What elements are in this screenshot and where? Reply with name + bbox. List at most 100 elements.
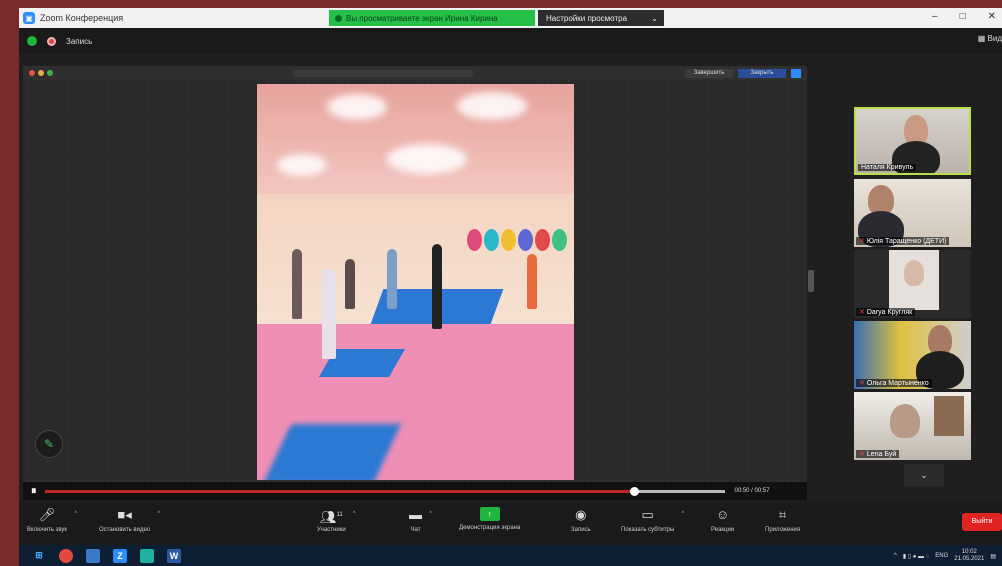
chevron-up-icon[interactable]: ^ bbox=[157, 511, 160, 517]
windows-start-icon[interactable]: ⊞ bbox=[32, 549, 46, 563]
meeting-toolbar: 🎤︎ Включить звук ^ ■◂ Остановить видео ^… bbox=[19, 503, 1002, 545]
view-options-button[interactable]: Настройки просмотра ⌄ bbox=[538, 10, 664, 26]
apps-button[interactable]: ⌗ Приложения bbox=[765, 507, 800, 533]
tile-decor bbox=[934, 396, 964, 436]
video-person bbox=[527, 254, 537, 309]
video-light bbox=[277, 154, 327, 176]
video-person bbox=[387, 249, 397, 309]
sharing-banner-text: Вы просматриваете экран Ирина Кирина bbox=[346, 13, 498, 23]
chat-label: Чат bbox=[410, 527, 421, 533]
clock[interactable]: 10:02 21.05.2021 bbox=[954, 549, 984, 563]
shield-icon[interactable] bbox=[27, 36, 37, 46]
participant-tile[interactable]: Наталя Кривуль bbox=[854, 107, 971, 175]
chevron-up-icon[interactable]: ^ bbox=[74, 511, 77, 517]
shared-window-url bbox=[293, 69, 473, 77]
participant-tile[interactable]: ✕ Darya Кругляк bbox=[854, 250, 971, 318]
video-button[interactable]: ■◂ Остановить видео ^ bbox=[99, 507, 160, 533]
language-indicator[interactable]: ENG bbox=[935, 553, 948, 559]
os-taskbar: ⊞ Z W ^ ▮ ▯ ● ▬ ◌ ENG 10:02 21.05.2021 ▤ bbox=[19, 545, 1002, 566]
chrome-icon[interactable] bbox=[59, 548, 73, 563]
clock-date: 21.05.2021 bbox=[954, 556, 985, 562]
video-light bbox=[387, 144, 467, 174]
captions-label: Показать субтитры bbox=[621, 527, 675, 533]
zoom-logo-icon: ▣ bbox=[23, 12, 35, 24]
close-button[interactable]: ✕ bbox=[988, 11, 996, 22]
audio-button[interactable]: 🎤︎ Включить звук ^ bbox=[27, 507, 77, 533]
video-player-controls: ⏸ 00:50 / 00:57 bbox=[23, 482, 807, 500]
participant-tile[interactable]: ✕ Юлія Таращенко (ДЕТИ) bbox=[854, 179, 971, 247]
title-bar: ▣ Zoom Конференция Вы просматриваете экр… bbox=[19, 8, 1002, 28]
clock-time: 10:02 bbox=[961, 549, 977, 555]
share-screen-button[interactable]: ↑ Демонстрация экрана bbox=[459, 507, 520, 531]
chevron-up-icon[interactable]: ^ bbox=[429, 511, 432, 517]
seek-bar[interactable] bbox=[44, 486, 725, 496]
video-timecode: 00:50 / 00:57 bbox=[734, 488, 770, 494]
video-light bbox=[327, 94, 387, 120]
participant-tile[interactable]: ✕ Lena Буй bbox=[854, 392, 971, 460]
files-icon[interactable] bbox=[140, 548, 154, 563]
seek-bar-fill bbox=[44, 489, 630, 493]
shared-window-titlebar: Завершить Закрыть bbox=[23, 66, 807, 80]
reactions-label: Реакции bbox=[711, 527, 735, 533]
shared-window-btn-primary: Завершить bbox=[685, 68, 733, 78]
system-tray: ^ ▮ ▯ ● ▬ ◌ ENG 10:02 21.05.2021 ▤ bbox=[894, 549, 996, 563]
video-person bbox=[432, 244, 442, 329]
meeting-info-bar: Запись ▦ Вид bbox=[19, 28, 1002, 54]
video-label: Остановить видео bbox=[99, 527, 151, 533]
chat-icon: ▬ bbox=[409, 507, 422, 522]
video-light bbox=[457, 92, 527, 120]
mic-muted-icon: ✕ bbox=[859, 380, 865, 387]
zoom-taskbar-icon[interactable]: Z bbox=[113, 548, 127, 563]
video-ceiling bbox=[257, 84, 574, 194]
microphone-muted-icon: 🎤︎ bbox=[38, 507, 56, 522]
chevron-down-icon: ⌄ bbox=[920, 470, 928, 480]
view-button[interactable]: ▦ Вид bbox=[978, 34, 1002, 43]
zoom-window: ▣ Zoom Конференция Вы просматриваете экр… bbox=[19, 8, 1002, 566]
maximize-button[interactable]: □ bbox=[960, 11, 966, 22]
participant-name: Наталя Кривуль bbox=[858, 164, 917, 171]
gallery-scroll-down-button[interactable]: ⌄ bbox=[904, 464, 944, 486]
video-balls bbox=[467, 229, 567, 251]
participants-label: Участники bbox=[317, 527, 346, 533]
reactions-button[interactable]: ☺ Реакции bbox=[711, 507, 734, 533]
participants-button[interactable]: 👥︎11 Участники ^ bbox=[317, 507, 356, 533]
seek-bar-remaining bbox=[629, 489, 725, 493]
tray-icons[interactable]: ▮ ▯ ● ▬ ◌ bbox=[903, 553, 929, 560]
leave-meeting-button[interactable]: Выйти bbox=[962, 513, 1002, 531]
mic-muted-icon: ✕ bbox=[859, 238, 865, 245]
window-controls: – □ ✕ bbox=[932, 11, 996, 22]
chat-button[interactable]: ▬ Чат ^ bbox=[409, 507, 432, 533]
video-person bbox=[322, 269, 336, 359]
audio-label: Включить звук bbox=[27, 527, 68, 533]
shared-video bbox=[257, 84, 574, 480]
word-icon[interactable]: W bbox=[167, 548, 181, 563]
seek-knob[interactable] bbox=[629, 486, 639, 496]
minimize-button[interactable]: – bbox=[932, 11, 938, 22]
mic-muted-icon: ✕ bbox=[859, 309, 865, 316]
video-person bbox=[292, 249, 302, 319]
window-title: Zoom Конференция bbox=[40, 13, 124, 23]
panel-resize-handle[interactable] bbox=[808, 270, 814, 292]
shared-window-icon bbox=[791, 68, 801, 78]
notifications-icon[interactable]: ▤ bbox=[990, 553, 996, 560]
share-screen-icon: ↑ bbox=[479, 507, 500, 521]
captions-icon: ▭ bbox=[641, 507, 654, 522]
chevron-up-icon[interactable]: ^ bbox=[681, 511, 684, 517]
record-button-label: Запись bbox=[571, 527, 591, 533]
tray-arrow-icon[interactable]: ^ bbox=[894, 553, 897, 559]
pause-icon[interactable]: ⏸ bbox=[31, 485, 37, 498]
record-label[interactable]: Запись bbox=[66, 37, 92, 46]
chevron-up-icon[interactable]: ^ bbox=[353, 511, 356, 517]
participant-name: ✕ Darya Кругляк bbox=[856, 308, 916, 316]
record-button[interactable]: ◉ Запись bbox=[571, 507, 591, 533]
captions-button[interactable]: ▭ Показать субтитры ^ bbox=[621, 507, 684, 533]
chevron-down-icon: ⌄ bbox=[651, 13, 658, 23]
participants-icon: 👥︎11 bbox=[319, 509, 343, 525]
annotate-pencil-icon[interactable]: ✎ bbox=[35, 430, 63, 458]
view-options-label: Настройки просмотра bbox=[546, 13, 628, 23]
participant-tile[interactable]: ✕ Ольга Мартыненко bbox=[854, 321, 971, 389]
store-icon[interactable] bbox=[86, 548, 100, 563]
share-screen-label: Демонстрация экрана bbox=[459, 525, 521, 531]
sharing-banner: Вы просматриваете экран Ирина Кирина bbox=[329, 10, 535, 26]
record-icon: ◉ bbox=[575, 507, 587, 522]
